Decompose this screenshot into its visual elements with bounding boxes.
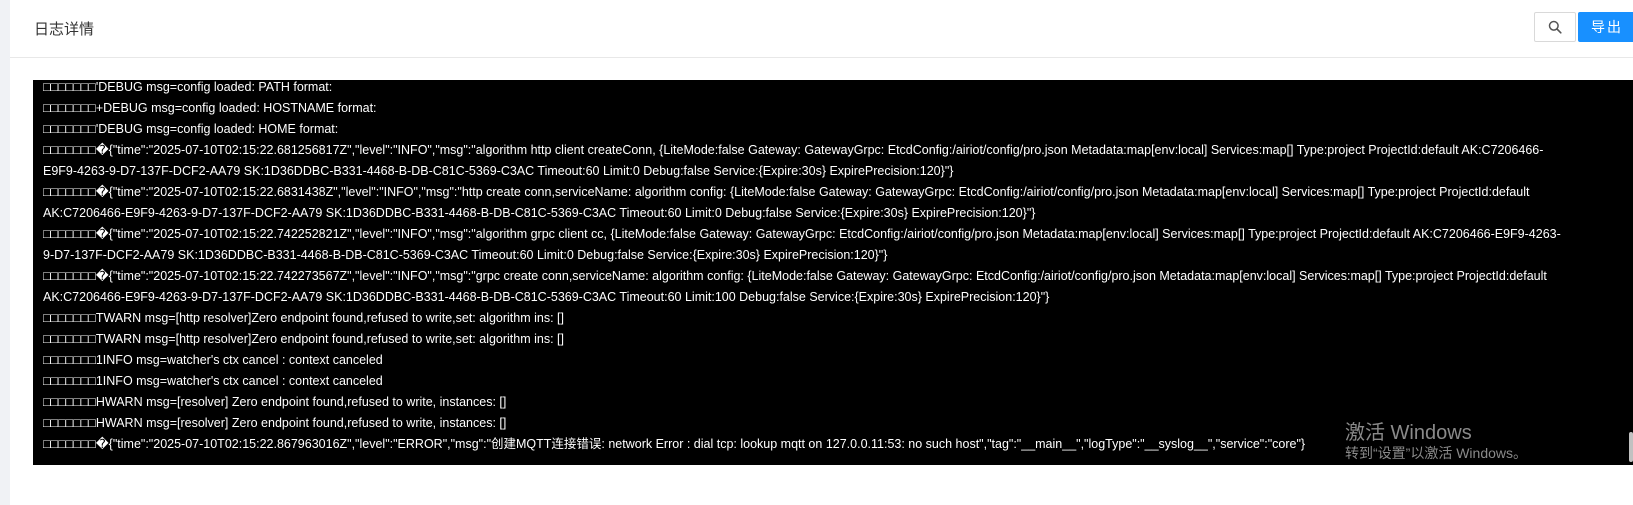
log-line: □□□□□□□1INFO msg=watcher's ctx cancel : … (43, 353, 383, 367)
log-console[interactable]: □□□□□□□'DEBUG msg=config loaded: PATH fo… (33, 80, 1633, 465)
log-line: □□□□□□□TWARN msg=[http resolver]Zero end… (43, 311, 564, 325)
activation-watermark-title: 激活 Windows (1345, 422, 1472, 444)
log-line: □□□□□□□HWARN msg=[resolver] Zero endpoin… (43, 395, 507, 409)
log-line: □□□□□□□�{"time":"2025-07-10T02:15:22.683… (43, 185, 1530, 220)
page-title: 日志详情 (34, 21, 95, 38)
panel-header: 日志详情 导出 (10, 0, 1633, 58)
log-lines: □□□□□□□'DEBUG msg=config loaded: PATH fo… (43, 80, 1568, 455)
log-line: □□□□□□□HWARN msg=[resolver] Zero endpoin… (43, 416, 507, 430)
activation-watermark-subtitle: 转到“设置”以激活 Windows。 (1345, 445, 1528, 461)
export-button[interactable]: 导出 (1578, 12, 1633, 42)
log-line: □□□□□□□�{"time":"2025-07-10T02:15:22.867… (43, 437, 1306, 451)
search-button[interactable] (1534, 12, 1576, 42)
log-line: □□□□□□□'DEBUG msg=config loaded: HOME fo… (43, 122, 339, 136)
log-line: □□□□□□□1INFO msg=watcher's ctx cancel : … (43, 374, 383, 388)
console-scrollbar[interactable] (1629, 432, 1633, 462)
log-line: □□□□□□□�{"time":"2025-07-10T02:15:22.742… (43, 227, 1561, 262)
log-line: □□□□□□□�{"time":"2025-07-10T02:15:22.742… (43, 269, 1547, 304)
log-line: □□□□□□□'DEBUG msg=config loaded: PATH fo… (43, 80, 333, 94)
search-icon (1548, 20, 1562, 34)
log-line: □□□□□□□�{"time":"2025-07-10T02:15:22.681… (43, 143, 1544, 178)
log-line: □□□□□□□+DEBUG msg=config loaded: HOSTNAM… (43, 101, 377, 115)
log-line: □□□□□□□TWARN msg=[http resolver]Zero end… (43, 332, 564, 346)
